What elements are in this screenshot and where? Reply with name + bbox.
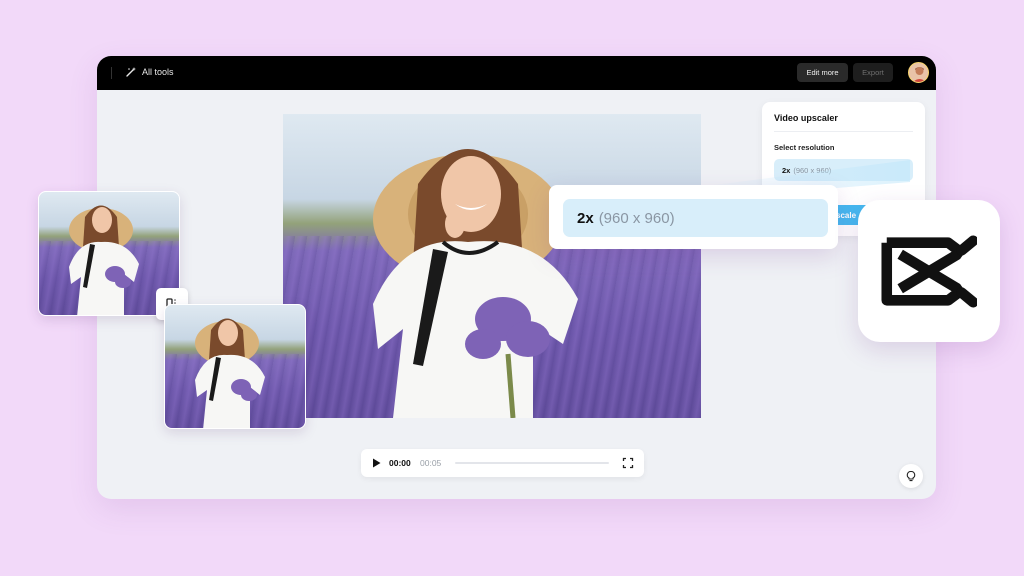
all-tools-button[interactable]: All tools [125,66,174,78]
upscaled-thumbnail [164,304,306,429]
current-time: 00:00 [389,458,411,468]
video-player-controls: 00:00 00:05 [361,449,644,477]
capcut-logo-card [858,200,1000,342]
lightbulb-icon [905,470,917,482]
zoomed-option-size: (960 x 960) [599,210,675,227]
zoomed-resolution-option: 2x (960 x 960) [563,199,828,237]
top-bar: All tools Edit more Export [97,56,936,90]
export-button[interactable]: Export [853,63,893,82]
panel-subtitle: Select resolution [774,143,834,152]
fullscreen-icon[interactable] [622,457,634,469]
edit-more-button[interactable]: Edit more [797,63,848,82]
divider [774,131,913,132]
woman-thumbnail-image [165,305,306,429]
divider [111,67,112,79]
total-time: 00:05 [420,458,441,468]
panel-title: Video upscaler [774,113,838,123]
main-video-preview [283,114,701,418]
magic-wand-icon [125,66,137,78]
zoomed-option-scale: 2x [577,210,594,227]
all-tools-label: All tools [142,67,174,77]
woman-in-lavender-field-image [283,114,701,418]
avatar[interactable] [908,62,929,83]
option-scale: 2x [782,166,790,175]
play-icon[interactable] [370,457,382,469]
capcut-logo-icon [881,233,977,310]
resolution-zoom-callout: 2x (960 x 960) [549,185,838,249]
hint-button[interactable] [899,464,923,488]
progress-track[interactable] [455,462,609,464]
